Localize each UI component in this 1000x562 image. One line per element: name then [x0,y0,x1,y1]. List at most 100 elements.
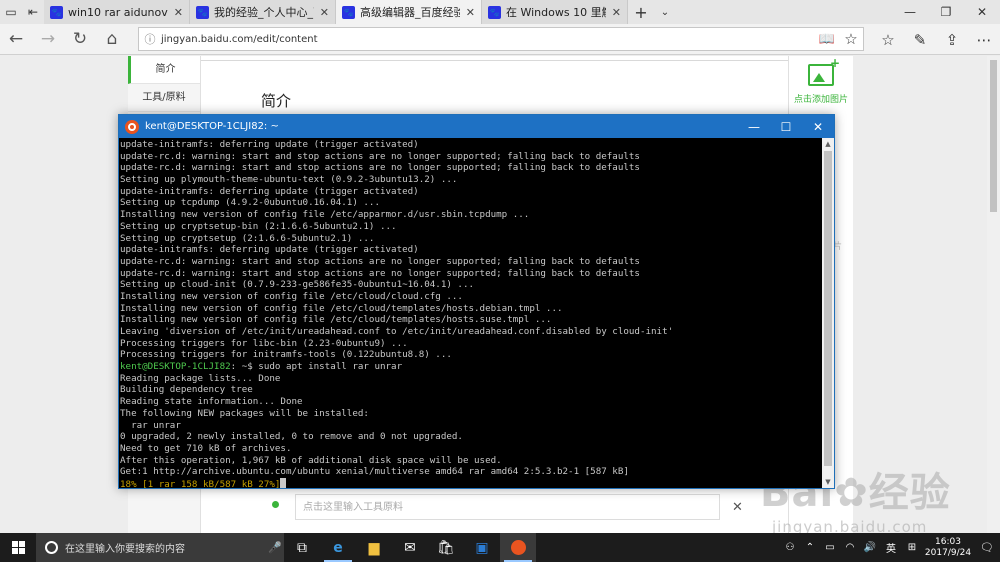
add-image-button[interactable]: 点击添加图片 [789,56,853,105]
browser-tab[interactable]: 🐾 在 Windows 10 里解压 rar 文 ✕ [482,0,628,24]
terminal-line: Setting up cryptsetup-bin (2:1.6.6-5ubun… [120,220,397,232]
browser-tab-bar: ▭ ⇤ 🐾 win10 rar aidunovel_百度搜 ✕ 🐾 我的经验_个人中心_… [0,0,1000,24]
more-icon[interactable]: ⋯ [968,31,1000,49]
window-controls: — ❐ ✕ [892,5,1000,19]
tools-input[interactable] [295,494,720,520]
page-scrollbar-thumb[interactable] [990,60,997,212]
divider [201,60,788,61]
home-button[interactable]: ⌂ [96,24,128,55]
task-view-icon[interactable]: ⧉ [284,533,320,562]
terminal-title: kent@DESKTOP-1CLJI82: ~ [145,121,279,132]
battery-icon[interactable]: ▭ [820,542,840,553]
tab-close-icon[interactable]: ✕ [174,6,183,19]
tab-close-icon[interactable]: ✕ [612,6,621,19]
terminal-close-button[interactable]: ✕ [802,120,834,134]
set-aside-tabs-icon[interactable]: ▭ [0,0,22,24]
tab-title: 我的经验_个人中心_百度经验 [214,6,314,19]
maximize-button[interactable]: ❐ [928,5,964,19]
show-hidden-icons[interactable]: ⌃ [800,542,820,553]
tab-title: win10 rar aidunovel_百度搜 [68,6,168,19]
section-heading: 简介 [261,92,292,110]
browser-tab[interactable]: 🐾 win10 rar aidunovel_百度搜 ✕ [44,0,190,24]
scroll-down-icon[interactable]: ▼ [822,476,834,488]
edge-icon[interactable]: e [320,533,356,562]
forward-button[interactable]: → [32,24,64,55]
cortana-icon [45,541,58,554]
refresh-button[interactable]: ↻ [64,24,96,55]
volume-icon[interactable]: 🔊 [860,542,880,553]
web-note-icon[interactable]: ✎ [904,31,936,49]
browser-tab[interactable]: 🐾 高级编辑器_百度经验 ✕ [336,0,482,24]
baidu-favicon-icon: 🐾 [342,5,355,19]
browser-actions: ☆ ✎ ⇪ ⋯ [872,24,1000,55]
terminal-cursor [280,477,287,488]
taskbar-search[interactable]: 在这里输入你要搜索的内容 🎤 [36,533,284,562]
nav-item-tools[interactable]: 工具/原料 [128,84,200,112]
terminal-line: Installing new version of config file /e… [120,302,563,314]
terminal-output[interactable]: update-initramfs: deferring update (trig… [119,138,822,488]
tab-close-icon[interactable]: ✕ [320,6,329,19]
file-explorer-icon[interactable]: ▆ [356,533,392,562]
network-icon[interactable]: ◠ [840,542,860,553]
prompt-user-host: kent@DESKTOP-1CLJI82 [120,361,231,373]
new-tab-button[interactable]: + [628,3,654,22]
terminal-line: Leaving 'diversion of /etc/init/ureadahe… [120,326,674,337]
site-info-icon[interactable]: ⓘ [139,31,161,47]
nav-item-intro[interactable]: 简介 [128,56,200,84]
terminal-title-bar[interactable]: kent@DESKTOP-1CLJI82: ~ — ☐ ✕ [119,115,834,138]
remove-tool-icon[interactable]: ✕ [732,500,743,515]
back-button[interactable]: ← [0,24,32,55]
add-image-icon [808,56,840,86]
windows-taskbar: 在这里输入你要搜索的内容 🎤 ⧉ e ▆ ✉ 🛍 ▣ ⚇ ⌃ ▭ ◠ 🔊 英 ⊞… [0,533,1000,562]
terminal-line: update-initramfs: deferring update (trig… [120,185,419,197]
terminal-line: update-initramfs: deferring update (trig… [120,139,419,150]
action-center-icon[interactable]: 🗨 [974,541,1000,554]
terminal-line: Installing new version of config file /e… [120,314,552,326]
terminal-line: The following NEW packages will be insta… [120,407,369,419]
clock-time: 16:03 [935,536,961,547]
terminal-window-controls: — ☐ ✕ [738,120,834,134]
start-button[interactable] [0,533,36,562]
terminal-scrollbar-thumb[interactable] [824,151,832,466]
minimize-button[interactable]: — [892,5,928,19]
baidu-favicon-icon: 🐾 [488,5,501,19]
terminal-line: Building dependency tree [120,384,253,396]
scroll-up-icon[interactable]: ▲ [822,138,834,150]
terminal-line: 0 upgraded, 2 newly installed, 0 to remo… [120,431,463,443]
clock[interactable]: 16:03 2017/9/24 [922,537,974,559]
watermark-brand-tail: 经验 [868,470,951,516]
favorites-hub-icon[interactable]: ☆ [872,31,904,49]
reading-view-icon[interactable]: 📖 [815,32,839,47]
terminal-line: update-rc.d: warning: start and stop act… [120,267,640,279]
outlook-icon[interactable]: ▣ [464,533,500,562]
baidu-favicon-icon: 🐾 [196,5,209,19]
search-placeholder: 在这里输入你要搜索的内容 [65,544,185,555]
close-button[interactable]: ✕ [964,5,1000,19]
terminal-line: Setting up cloud-init (0.7.9-233-ge586fe… [120,279,475,291]
paw-icon: ✿ [834,470,869,516]
people-icon[interactable]: ⚇ [780,542,800,553]
terminal-line: Processing triggers for initramfs-tools … [120,349,452,361]
ubuntu-taskbar-icon[interactable] [500,533,536,562]
terminal-scrollbar[interactable]: ▲ ▼ [822,138,834,488]
terminal-line: Get:1 http://archive.ubuntu.com/ubuntu x… [120,466,629,478]
terminal-window[interactable]: kent@DESKTOP-1CLJI82: ~ — ☐ ✕ update-ini… [118,114,835,489]
terminal-minimize-button[interactable]: — [738,120,770,134]
favorite-star-icon[interactable]: ☆ [839,30,863,48]
browser-tab[interactable]: 🐾 我的经验_个人中心_百度经验 ✕ [190,0,336,24]
terminal-line: rar unrar [120,419,181,431]
address-bar[interactable]: ⓘ jingyan.baidu.com/edit/content 📖 ☆ [138,27,864,51]
microphone-icon[interactable]: 🎤 [266,541,284,554]
terminal-maximize-button[interactable]: ☐ [770,120,802,134]
input-method-indicator[interactable]: 英 [880,540,902,555]
terminal-line: Installing new version of config file /e… [120,209,530,221]
mail-icon[interactable]: ✉ [392,533,428,562]
tab-preview-chevron-icon[interactable]: ⌄ [654,7,676,18]
store-icon[interactable]: 🛍 [428,533,464,562]
share-icon[interactable]: ⇪ [936,31,968,49]
ime-mode-icon[interactable]: ⊞ [902,542,922,553]
terminal-line: Processing triggers for libc-bin (2.23-0… [120,337,408,349]
tab-close-icon[interactable]: ✕ [466,6,475,19]
url-text[interactable]: jingyan.baidu.com/edit/content [161,34,318,45]
show-set-aside-icon[interactable]: ⇤ [22,0,44,24]
